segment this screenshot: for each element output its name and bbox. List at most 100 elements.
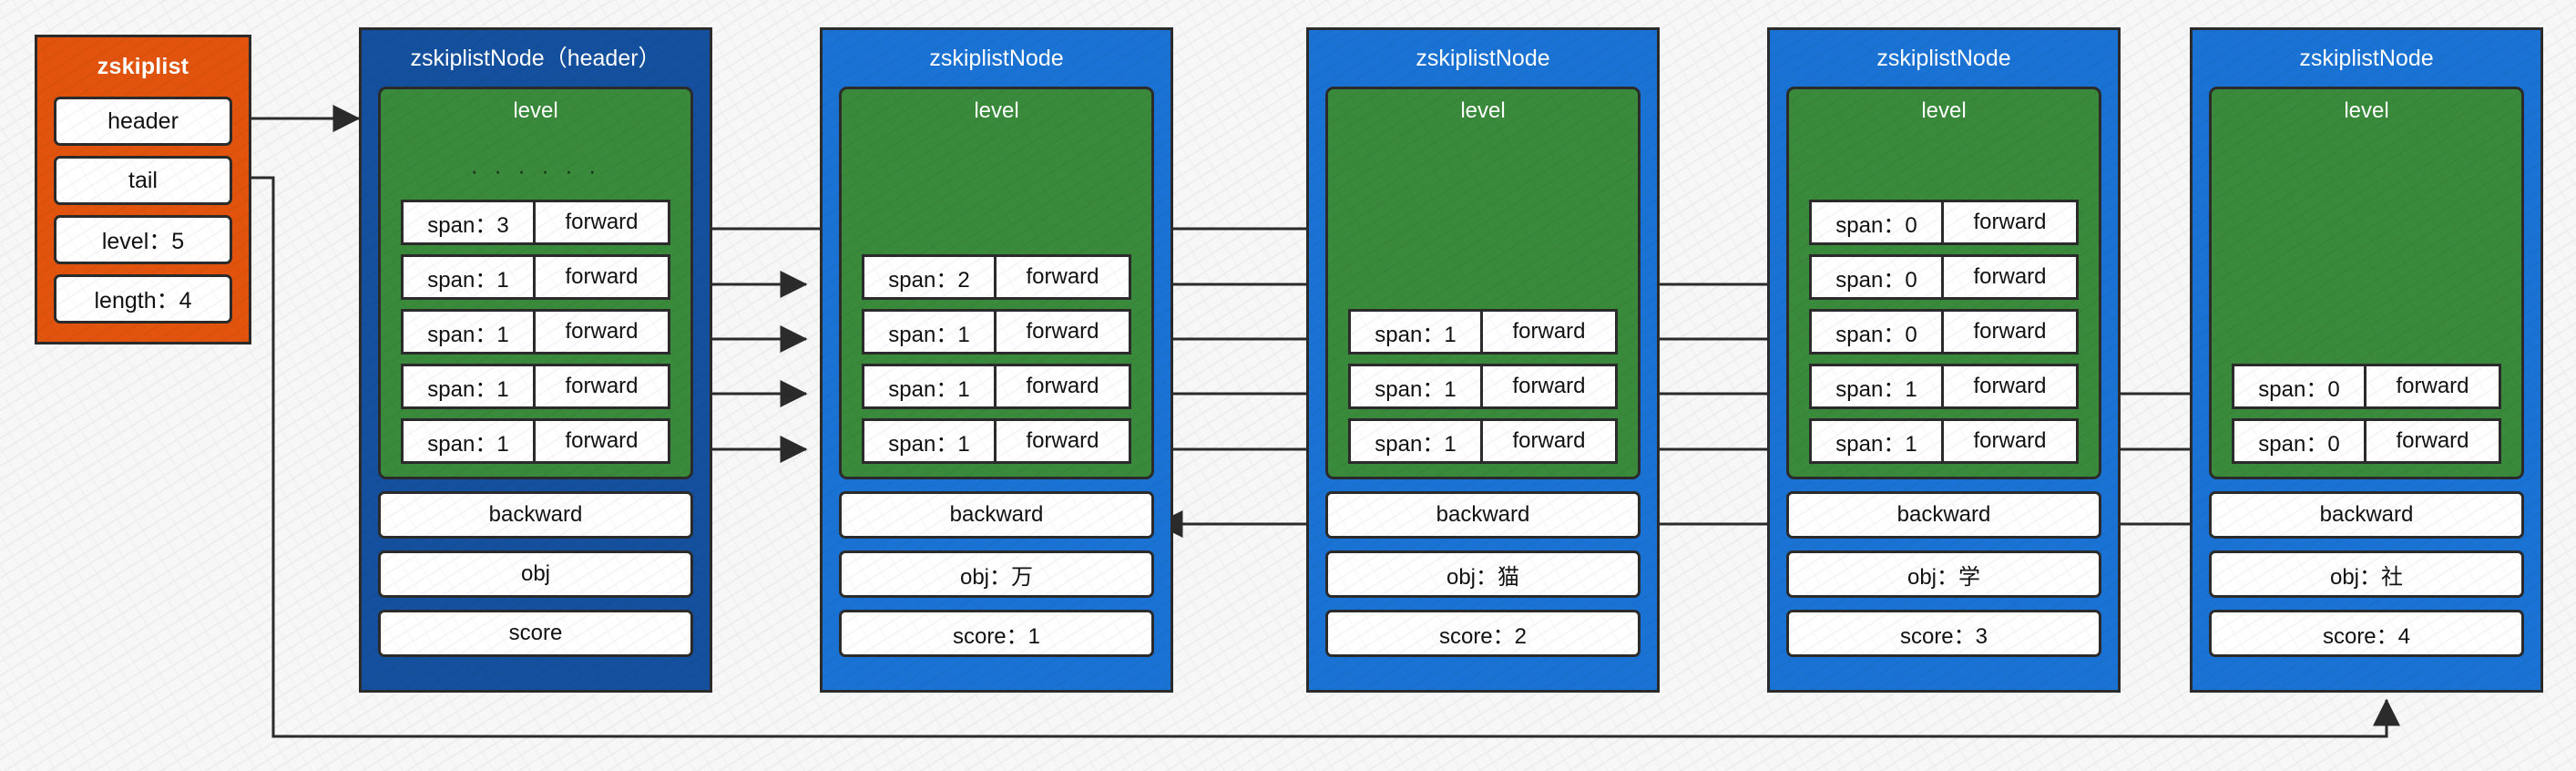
- level-row: span：1 forward: [401, 364, 670, 409]
- node-backward: backward: [2209, 491, 2524, 539]
- level-label: level: [513, 98, 558, 123]
- level-forward: forward: [1026, 264, 1099, 289]
- level-span: span：3: [404, 202, 536, 242]
- level-span: span：0: [1812, 257, 1944, 297]
- level-forward: forward: [1026, 374, 1099, 398]
- level-span: span：1: [1812, 366, 1944, 406]
- level-row: span：1 forward: [1348, 309, 1618, 355]
- node-title: zskiplistNode（header）: [410, 46, 661, 71]
- level-row: span：1 forward: [862, 364, 1131, 409]
- node-level-box: level · · · · · · span：3 forward span：1 …: [378, 87, 693, 479]
- node-backward: backward: [378, 491, 693, 539]
- node-header: zskiplistNode（header） level · · · · · · …: [359, 27, 712, 693]
- level-row: span：1 forward: [1809, 418, 2079, 464]
- level-forward: forward: [565, 428, 639, 453]
- node-title: zskiplistNode: [2299, 46, 2434, 71]
- level-span: span：1: [864, 312, 997, 352]
- node-3: zskiplistNode level span：0 forward span：…: [1767, 27, 2121, 693]
- node-score: score：2: [1325, 610, 1641, 657]
- level-label: level: [2344, 98, 2389, 123]
- level-span: span：1: [1351, 312, 1483, 352]
- node-score: score：3: [1786, 610, 2101, 657]
- level-forward: forward: [1973, 428, 2047, 453]
- zskiplist-title: zskiplist: [97, 54, 189, 79]
- level-row: span：1 forward: [401, 254, 670, 300]
- diagram-canvas: zskiplist header tail level：5 length：4 z…: [0, 0, 2576, 771]
- node-obj: obj：学: [1786, 550, 2101, 598]
- level-forward: forward: [1512, 319, 1586, 344]
- node-obj: obj：社: [2209, 550, 2524, 598]
- node-obj: obj：猫: [1325, 550, 1641, 598]
- node-level-box: level span：1 forward span：1 forward span…: [1325, 87, 1641, 479]
- node-backward: backward: [1325, 491, 1641, 539]
- level-forward: forward: [565, 210, 639, 234]
- level-forward: forward: [1973, 210, 2047, 234]
- level-forward: forward: [565, 319, 639, 344]
- node-level-box: level span：0 forward span：0 forward span…: [1786, 87, 2101, 479]
- node-score: score: [378, 610, 693, 657]
- level-span: span：0: [1812, 202, 1944, 242]
- level-ellipsis: · · · · · ·: [470, 157, 601, 184]
- level-forward: forward: [2396, 428, 2469, 453]
- level-span: span：1: [404, 421, 536, 461]
- level-span: span：1: [1351, 421, 1483, 461]
- level-row: span：0 forward: [1809, 254, 2079, 300]
- level-label: level: [1460, 98, 1506, 123]
- level-span: span：1: [404, 312, 536, 352]
- node-score: score：4: [2209, 610, 2524, 657]
- node-title: zskiplistNode: [929, 46, 1064, 71]
- zskiplist-field-tail: tail: [54, 156, 232, 205]
- level-forward: forward: [1973, 319, 2047, 344]
- level-row: span：1 forward: [401, 418, 670, 464]
- level-span: span：1: [404, 257, 536, 297]
- node-title: zskiplistNode: [1416, 46, 1550, 71]
- level-span: span：1: [1812, 421, 1944, 461]
- level-row: span：1 forward: [862, 309, 1131, 355]
- level-span: span：2: [864, 257, 997, 297]
- node-2: zskiplistNode level span：1 forward span：…: [1306, 27, 1660, 693]
- level-forward: forward: [1026, 428, 1099, 453]
- node-4: zskiplistNode level span：0 forward span：…: [2190, 27, 2543, 693]
- level-forward: forward: [1512, 374, 1586, 398]
- level-span: span：1: [864, 366, 997, 406]
- node-score: score：1: [839, 610, 1154, 657]
- level-forward: forward: [565, 374, 639, 398]
- level-span: span：0: [2234, 366, 2366, 406]
- node-backward: backward: [1786, 491, 2101, 539]
- level-forward: forward: [565, 264, 639, 289]
- zskiplist-field-header: header: [54, 97, 232, 146]
- level-row: span：2 forward: [862, 254, 1131, 300]
- level-row: span：1 forward: [1348, 364, 1618, 409]
- level-label: level: [1921, 98, 1967, 123]
- level-row: span：1 forward: [1348, 418, 1618, 464]
- level-span: span：1: [404, 366, 536, 406]
- node-title: zskiplistNode: [1876, 46, 2011, 71]
- zskiplist-struct: zskiplist header tail level：5 length：4: [35, 35, 251, 344]
- level-row: span：1 forward: [1809, 364, 2079, 409]
- level-forward: forward: [1973, 374, 2047, 398]
- level-forward: forward: [1026, 319, 1099, 344]
- level-forward: forward: [1973, 264, 2047, 289]
- level-span: span：0: [2234, 421, 2366, 461]
- level-forward: forward: [1512, 428, 1586, 453]
- node-level-box: level span：2 forward span：1 forward span…: [839, 87, 1154, 479]
- zskiplist-field-level: level：5: [54, 215, 232, 264]
- level-span: span：1: [864, 421, 997, 461]
- level-row: span：1 forward: [401, 309, 670, 355]
- level-forward: forward: [2396, 374, 2469, 398]
- level-row: span：0 forward: [2232, 418, 2501, 464]
- node-level-box: level span：0 forward span：0 forward: [2209, 87, 2524, 479]
- level-label: level: [974, 98, 1019, 123]
- node-backward: backward: [839, 491, 1154, 539]
- level-span: span：1: [1351, 366, 1483, 406]
- level-row: span：0 forward: [2232, 364, 2501, 409]
- node-obj: obj：万: [839, 550, 1154, 598]
- level-span: span：0: [1812, 312, 1944, 352]
- level-row: span：3 forward: [401, 200, 670, 245]
- node-obj: obj: [378, 550, 693, 598]
- zskiplist-field-length: length：4: [54, 274, 232, 324]
- level-row: span：0 forward: [1809, 309, 2079, 355]
- level-row: span：1 forward: [862, 418, 1131, 464]
- node-1: zskiplistNode level span：2 forward span：…: [820, 27, 1173, 693]
- level-row: span：0 forward: [1809, 200, 2079, 245]
